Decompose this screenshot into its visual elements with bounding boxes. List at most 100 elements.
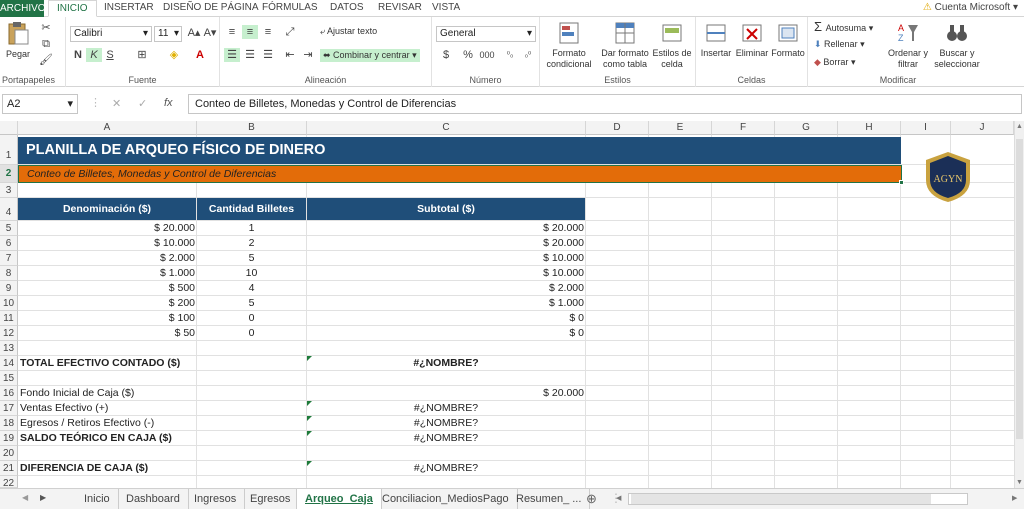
insert-function-button[interactable]: fx	[164, 97, 173, 109]
row-header[interactable]: 19	[0, 431, 18, 446]
cell-cantidad[interactable]: 0	[197, 326, 306, 341]
conditional-format-button[interactable]: Formato condicional	[542, 21, 596, 70]
sheet-tab-arqueo-caja[interactable]: Arqueo_Caja	[296, 489, 382, 509]
font-size-select[interactable]: 11 ▾	[154, 26, 182, 42]
indent-icon[interactable]: ⇤	[282, 48, 298, 62]
row-header[interactable]: 16	[0, 386, 18, 401]
cell-cantidad[interactable]: 5	[197, 251, 306, 266]
column-header-f[interactable]: F	[712, 121, 775, 135]
row-header[interactable]: 10	[0, 296, 18, 311]
row-header[interactable]: 22	[0, 476, 18, 488]
tab-vista[interactable]: VISTA	[432, 0, 460, 17]
insert-button[interactable]: Insertar	[698, 21, 734, 59]
autosum-button[interactable]: Σ Autosuma ▾	[814, 20, 873, 34]
bold-button[interactable]: N	[70, 48, 86, 62]
scroll-down-icon[interactable]: ▼	[1016, 479, 1023, 486]
row-header[interactable]: 2	[0, 165, 18, 183]
cell-denominacion[interactable]: $ 10.000	[18, 236, 195, 251]
format-button[interactable]: Formato	[770, 21, 806, 59]
cell-cantidad[interactable]: 1	[197, 221, 306, 236]
sheet-subtitle[interactable]: Conteo de Billetes, Monedas y Control de…	[18, 165, 902, 183]
cell-subtotal[interactable]: $ 2.000	[307, 281, 584, 296]
column-header-c[interactable]: C	[307, 121, 586, 135]
align-left-icon[interactable]: ☰	[224, 48, 240, 62]
cell-subtotal[interactable]: $ 0	[307, 311, 584, 326]
copy-icon[interactable]: ⧉	[38, 37, 54, 51]
row-header[interactable]: 15	[0, 371, 18, 386]
column-header-j[interactable]: J	[951, 121, 1014, 135]
column-header-h[interactable]: H	[838, 121, 901, 135]
sheet-tab-egresos[interactable]: Egresos	[242, 489, 300, 509]
format-as-table-button[interactable]: Dar formato como tabla	[598, 21, 652, 70]
align-center-icon[interactable]: ☰	[242, 48, 258, 62]
scroll-up-icon[interactable]: ▲	[1016, 123, 1023, 130]
egresos-label[interactable]: Egresos / Retiros Efectivo (-)	[20, 416, 196, 431]
cell-denominacion[interactable]: $ 500	[18, 281, 195, 296]
row-header[interactable]: 6	[0, 236, 18, 251]
diferencia-label[interactable]: DIFERENCIA DE CAJA ($)	[20, 461, 196, 476]
name-box[interactable]: A2 ▾	[2, 94, 78, 114]
delete-button[interactable]: Eliminar	[734, 21, 770, 59]
cancel-icon[interactable]: ✕	[112, 97, 121, 110]
sheet-tab-ingresos[interactable]: Ingresos	[186, 489, 246, 509]
align-right-icon[interactable]: ☰	[260, 48, 276, 62]
diferencia-value[interactable]: #¿NOMBRE?	[307, 461, 585, 476]
row-header[interactable]: 20	[0, 446, 18, 461]
cell-denominacion[interactable]: $ 2.000	[18, 251, 195, 266]
cell-subtotal[interactable]: $ 0	[307, 326, 584, 341]
outdent-icon[interactable]: ⇥	[300, 48, 316, 62]
prev-sheet-icon[interactable]: ◀	[22, 493, 28, 502]
saldo-value[interactable]: #¿NOMBRE?	[307, 431, 585, 446]
underline-button[interactable]: S	[102, 48, 118, 62]
row-header[interactable]: 21	[0, 461, 18, 476]
align-middle-icon[interactable]: ≡	[242, 25, 258, 39]
tab-formulas[interactable]: FÓRMULAS	[262, 0, 318, 17]
saldo-label[interactable]: SALDO TEÓRICO EN CAJA ($)	[20, 431, 196, 446]
scroll-left-icon[interactable]: ◀	[616, 494, 621, 502]
formula-input[interactable]: Conteo de Billetes, Monedas y Control de…	[188, 94, 1022, 114]
column-header-e[interactable]: E	[649, 121, 712, 135]
row-header[interactable]: 3	[0, 183, 18, 198]
clear-button[interactable]: ◆ Borrar ▾	[814, 57, 855, 68]
cut-icon[interactable]: ✂	[38, 21, 54, 35]
header-denominacion[interactable]: Denominación ($)	[18, 198, 196, 220]
fill-color-icon[interactable]: ◈	[166, 48, 182, 62]
total-label[interactable]: TOTAL EFECTIVO CONTADO ($)	[20, 356, 196, 371]
font-name-select[interactable]: Calibri ▾	[70, 26, 152, 42]
sheet-tab-conciliacion[interactable]: Conciliacion_MediosPago	[374, 489, 518, 509]
sheet-tab-inicio[interactable]: Inicio	[76, 489, 119, 509]
row-header[interactable]: 14	[0, 356, 18, 371]
row-header[interactable]: 13	[0, 341, 18, 356]
row-header[interactable]: 4	[0, 198, 18, 221]
cell-denominacion[interactable]: $ 1.000	[18, 266, 195, 281]
cell-cantidad[interactable]: 0	[197, 311, 306, 326]
column-header-d[interactable]: D	[586, 121, 649, 135]
wrap-text-button[interactable]: ⤶ Ajustar texto	[320, 26, 377, 37]
align-bottom-icon[interactable]: ≡	[260, 25, 276, 39]
check-icon[interactable]: ✓	[138, 97, 147, 110]
cell-subtotal[interactable]: $ 1.000	[307, 296, 584, 311]
tab-revisar[interactable]: REVISAR	[378, 0, 422, 17]
fill-handle[interactable]	[899, 180, 904, 185]
row-header[interactable]: 9	[0, 281, 18, 296]
tab-archivo[interactable]: ARCHIVO	[0, 0, 46, 17]
tab-datos[interactable]: DATOS	[330, 0, 364, 17]
number-format-select[interactable]: General ▾	[436, 26, 536, 42]
increase-font-icon[interactable]: A▴	[186, 26, 202, 40]
cell-styles-button[interactable]: Estilos de celda	[652, 21, 692, 70]
orientation-icon[interactable]: ⤢	[282, 25, 298, 39]
tab-inicio[interactable]: INICIO	[48, 0, 97, 17]
decrease-font-icon[interactable]: A▾	[202, 26, 218, 40]
cell-cantidad[interactable]: 5	[197, 296, 306, 311]
select-all-corner[interactable]	[0, 121, 18, 135]
sheet-title[interactable]: PLANILLA DE ARQUEO FÍSICO DE DINERO	[18, 137, 901, 164]
column-header-b[interactable]: B	[197, 121, 307, 135]
cell-subtotal[interactable]: $ 10.000	[307, 266, 584, 281]
merge-center-button[interactable]: ⬌ Combinar y centrar ▾	[320, 49, 420, 62]
row-header[interactable]: 7	[0, 251, 18, 266]
cell-denominacion[interactable]: $ 100	[18, 311, 195, 326]
fondo-value[interactable]: $ 20.000	[307, 386, 584, 401]
account-menu[interactable]: ⚠ Cuenta Microsoft ▾	[923, 0, 1018, 17]
egresos-value[interactable]: #¿NOMBRE?	[307, 416, 585, 431]
column-header-i[interactable]: I	[901, 121, 951, 135]
